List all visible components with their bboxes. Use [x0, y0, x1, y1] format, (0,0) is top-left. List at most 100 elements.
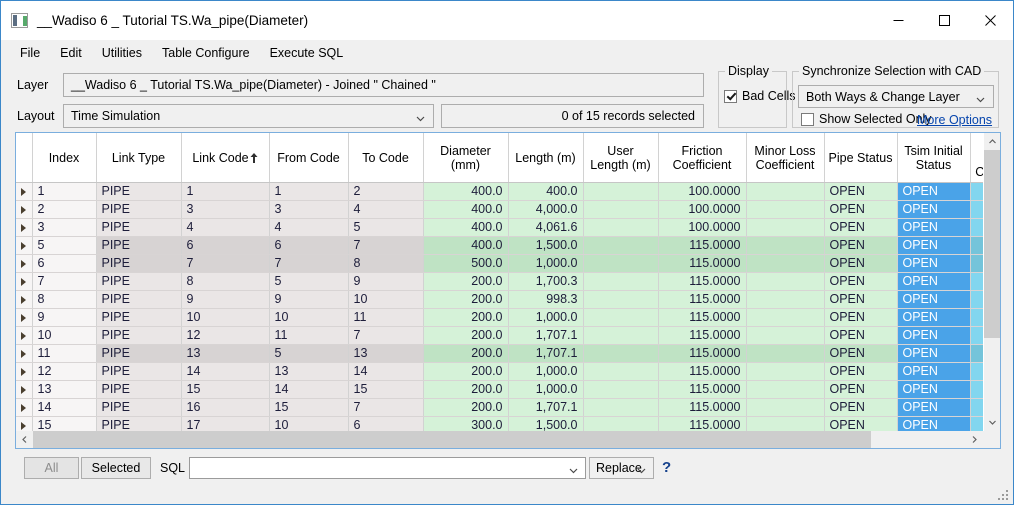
grid-header-link-code[interactable]: Link Code: [181, 133, 270, 183]
cell-user-length-m[interactable]: [583, 398, 659, 417]
grid-header-tsim-bulk-coefficie[interactable]: Tsim Bulk Coefficie: [970, 133, 983, 183]
cell-tsim-initial-status[interactable]: OPEN: [897, 416, 971, 431]
cell-from-code[interactable]: 5: [269, 344, 349, 363]
cell-from-code[interactable]: 3: [269, 200, 349, 219]
cell-tsim-bulk-coefficie[interactable]: [970, 380, 983, 399]
all-button[interactable]: All: [24, 457, 79, 479]
grid-header-minor-loss-coefficient[interactable]: Minor Loss Coefficient: [746, 133, 825, 183]
cell-tsim-bulk-coefficie[interactable]: [970, 362, 983, 381]
grid-header-friction-coefficient[interactable]: Friction Coefficient: [658, 133, 747, 183]
table-row[interactable]: 14 PIPE 16 15 7 200.0 1,707.1 115.0000 OPEN OPEN: [16, 398, 983, 417]
cell-tsim-bulk-coefficie[interactable]: [970, 218, 983, 237]
cell-diameter-mm[interactable]: 200.0: [423, 380, 509, 399]
cell-index[interactable]: 14: [32, 398, 97, 417]
cell-friction-coefficient[interactable]: 115.0000: [658, 308, 747, 327]
cell-tsim-initial-status[interactable]: OPEN: [897, 236, 971, 255]
cell-link-type[interactable]: PIPE: [96, 362, 182, 381]
cell-index[interactable]: 8: [32, 290, 97, 309]
help-button[interactable]: ?: [662, 459, 671, 476]
table-row[interactable]: 8 PIPE 9 9 10 200.0 998.3 115.0000 OPEN OPEN: [16, 290, 983, 309]
cell-index[interactable]: 9: [32, 308, 97, 327]
vertical-scroll-thumb[interactable]: [984, 150, 1000, 338]
grid-header-length-m[interactable]: Length (m): [508, 133, 584, 183]
row-expander[interactable]: [16, 362, 33, 381]
cell-friction-coefficient[interactable]: 115.0000: [658, 416, 747, 431]
cell-index[interactable]: 6: [32, 254, 97, 273]
scroll-up-button[interactable]: [984, 133, 1000, 150]
cell-diameter-mm[interactable]: 500.0: [423, 254, 509, 273]
cell-from-code[interactable]: 6: [269, 236, 349, 255]
cell-pipe-status[interactable]: OPEN: [824, 380, 898, 399]
cell-user-length-m[interactable]: [583, 218, 659, 237]
cell-to-code[interactable]: 9: [348, 272, 424, 291]
cell-tsim-bulk-coefficie[interactable]: [970, 182, 983, 201]
cell-tsim-initial-status[interactable]: OPEN: [897, 200, 971, 219]
cell-tsim-bulk-coefficie[interactable]: [970, 290, 983, 309]
grid-header-user-length-m[interactable]: User Length (m): [583, 133, 659, 183]
cell-pipe-status[interactable]: OPEN: [824, 308, 898, 327]
cell-length-m[interactable]: 400.0: [508, 182, 584, 201]
cell-link-code[interactable]: 9: [181, 290, 270, 309]
cell-pipe-status[interactable]: OPEN: [824, 218, 898, 237]
cell-minor-loss-coefficient[interactable]: [746, 218, 825, 237]
cell-pipe-status[interactable]: OPEN: [824, 344, 898, 363]
menu-table-configure[interactable]: Table Configure: [152, 43, 260, 63]
cell-pipe-status[interactable]: OPEN: [824, 362, 898, 381]
cell-minor-loss-coefficient[interactable]: [746, 398, 825, 417]
row-expander[interactable]: [16, 398, 33, 417]
cell-diameter-mm[interactable]: 400.0: [423, 236, 509, 255]
cell-tsim-initial-status[interactable]: OPEN: [897, 326, 971, 345]
cell-length-m[interactable]: 1,707.1: [508, 398, 584, 417]
cell-link-type[interactable]: PIPE: [96, 308, 182, 327]
cell-minor-loss-coefficient[interactable]: [746, 380, 825, 399]
selected-button[interactable]: Selected: [81, 457, 151, 479]
cell-user-length-m[interactable]: [583, 380, 659, 399]
cell-index[interactable]: 11: [32, 344, 97, 363]
cell-tsim-bulk-coefficie[interactable]: [970, 200, 983, 219]
row-expander[interactable]: [16, 236, 33, 255]
vertical-scrollbar[interactable]: [983, 133, 1000, 431]
table-row[interactable]: 9 PIPE 10 10 11 200.0 1,000.0 115.0000 OPEN OPEN: [16, 308, 983, 327]
cell-tsim-initial-status[interactable]: OPEN: [897, 272, 971, 291]
cell-link-code[interactable]: 3: [181, 200, 270, 219]
cell-pipe-status[interactable]: OPEN: [824, 200, 898, 219]
cell-diameter-mm[interactable]: 400.0: [423, 218, 509, 237]
maximize-button[interactable]: [921, 1, 967, 39]
cell-diameter-mm[interactable]: 300.0: [423, 416, 509, 431]
cell-link-type[interactable]: PIPE: [96, 398, 182, 417]
cell-minor-loss-coefficient[interactable]: [746, 200, 825, 219]
cell-diameter-mm[interactable]: 200.0: [423, 308, 509, 327]
table-row[interactable]: 3 PIPE 4 4 5 400.0 4,061.6 100.0000 OPEN OPEN: [16, 218, 983, 237]
cell-friction-coefficient[interactable]: 100.0000: [658, 182, 747, 201]
cell-pipe-status[interactable]: OPEN: [824, 254, 898, 273]
show-selected-only-row[interactable]: Show Selected Only: [801, 112, 932, 126]
cell-user-length-m[interactable]: [583, 254, 659, 273]
table-row[interactable]: 7 PIPE 8 5 9 200.0 1,700.3 115.0000 OPEN OPEN: [16, 272, 983, 291]
bad-cells-checkbox-row[interactable]: Bad Cells: [724, 89, 796, 103]
cell-to-code[interactable]: 11: [348, 308, 424, 327]
cell-friction-coefficient[interactable]: 100.0000: [658, 200, 747, 219]
cell-pipe-status[interactable]: OPEN: [824, 290, 898, 309]
cell-link-type[interactable]: PIPE: [96, 326, 182, 345]
cell-friction-coefficient[interactable]: 115.0000: [658, 254, 747, 273]
resize-grip[interactable]: [998, 490, 1010, 502]
cell-link-code[interactable]: 1: [181, 182, 270, 201]
row-expander[interactable]: [16, 290, 33, 309]
cell-user-length-m[interactable]: [583, 308, 659, 327]
cell-to-code[interactable]: 10: [348, 290, 424, 309]
cell-link-type[interactable]: PIPE: [96, 200, 182, 219]
cell-user-length-m[interactable]: [583, 326, 659, 345]
cell-to-code[interactable]: 13: [348, 344, 424, 363]
cell-from-code[interactable]: 15: [269, 398, 349, 417]
cell-tsim-initial-status[interactable]: OPEN: [897, 308, 971, 327]
cell-friction-coefficient[interactable]: 115.0000: [658, 326, 747, 345]
cell-user-length-m[interactable]: [583, 344, 659, 363]
cell-from-code[interactable]: 10: [269, 308, 349, 327]
cell-to-code[interactable]: 8: [348, 254, 424, 273]
close-button[interactable]: [967, 1, 1013, 39]
cell-link-type[interactable]: PIPE: [96, 344, 182, 363]
cell-diameter-mm[interactable]: 200.0: [423, 344, 509, 363]
show-selected-only-checkbox[interactable]: [801, 112, 814, 126]
cell-link-code[interactable]: 13: [181, 344, 270, 363]
row-expander[interactable]: [16, 344, 33, 363]
